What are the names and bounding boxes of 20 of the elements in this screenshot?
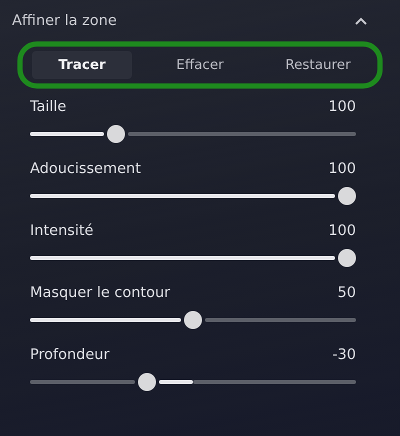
- tool-tab[interactable]: Tracer: [32, 51, 132, 79]
- slider-thumb[interactable]: [338, 249, 356, 267]
- slider-thumb[interactable]: [138, 373, 156, 391]
- slider-value: 100: [328, 161, 356, 177]
- slider-value: 100: [328, 99, 356, 115]
- slider-thumb[interactable]: [338, 187, 356, 205]
- slider-label: Intensité: [30, 223, 94, 239]
- slider-label: Profondeur: [30, 347, 110, 363]
- chevron-up-icon[interactable]: [354, 16, 368, 26]
- slider-label: Adoucissement: [30, 161, 141, 177]
- slider-label: Masquer le contour: [30, 285, 170, 301]
- slider-value: 100: [328, 223, 356, 239]
- slider-label: Taille: [30, 99, 66, 115]
- slider-thumb[interactable]: [107, 125, 125, 143]
- tool-tab[interactable]: Restaurer: [268, 51, 368, 79]
- tool-tab[interactable]: Effacer: [150, 51, 250, 79]
- slider-value: 50: [338, 285, 356, 301]
- slider-thumb[interactable]: [184, 311, 202, 329]
- panel-title: Affiner la zone: [12, 13, 117, 29]
- slider-value: -30: [332, 347, 356, 363]
